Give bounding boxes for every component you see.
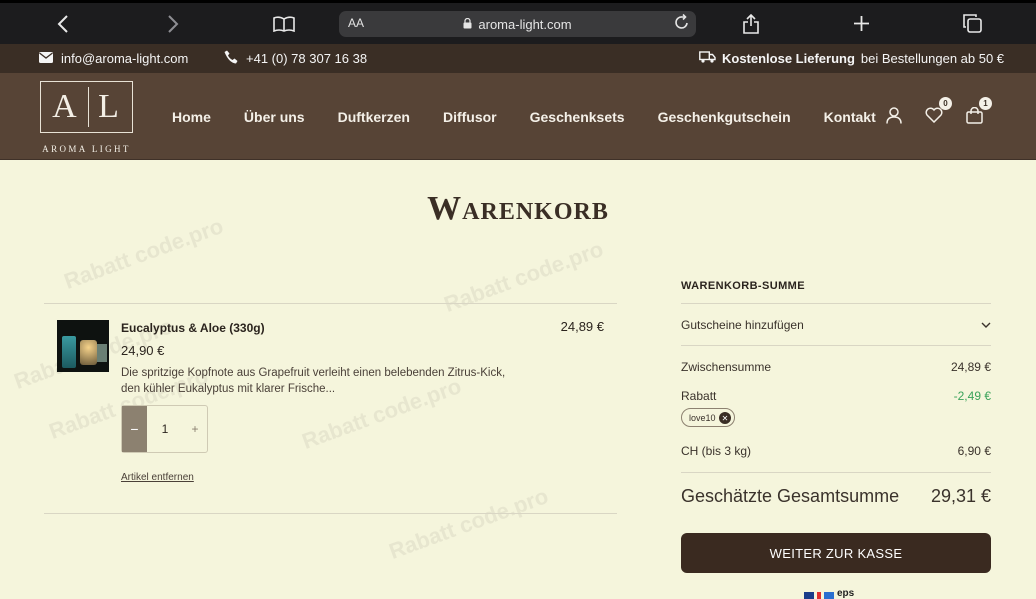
line-total: 24,89 € [560,319,604,334]
remove-item-link[interactable]: Artikel entfernen [121,472,194,483]
divider [44,513,617,514]
plus-icon[interactable] [848,3,874,44]
account-icon[interactable] [882,103,906,127]
payment-methods: eps [804,588,854,599]
nav-item-geschenksets[interactable]: Geschenksets [530,109,625,125]
email-link[interactable]: info@aroma-light.com [39,44,188,73]
site-header: A L AROMA LIGHT Home Über uns Duftkerzen… [0,73,1036,160]
shipping-row: CH (bis 3 kg) 6,90 € [681,444,991,458]
url-text: aroma-light.com [478,16,572,32]
page-title: Warenkorb [427,190,609,227]
coupon-toggle[interactable]: Gutscheine hinzufügen [681,318,991,332]
eps-logo: eps [837,588,855,599]
coupon-chip: love10 ✕ [681,408,735,427]
email-text: info@aroma-light.com [61,51,189,66]
product-price: 24,90 € [121,343,165,358]
tabs-icon[interactable] [958,3,986,44]
decrease-quantity-button[interactable]: − [122,406,147,452]
card-icon [817,592,821,599]
logo-letter-l: L [98,88,121,125]
divider [681,345,991,346]
quantity-input[interactable]: 1 [147,406,183,452]
nav-item-kontakt[interactable]: Kontakt [824,109,876,125]
main-nav: Home Über uns Duftkerzen Diffusor Gesche… [172,73,876,160]
subtotal-row: Zwischensumme 24,89 € [681,360,991,374]
discount-value: -2,49 € [953,389,991,403]
discount-row: Rabatt -2,49 € [681,389,991,403]
card-icon [824,592,834,599]
logo-letter-a: A [52,88,79,125]
total-row: Geschätzte Gesamtsumme 29,31 € [681,486,991,507]
remove-coupon-icon[interactable]: ✕ [719,412,731,424]
logo-tagline: AROMA LIGHT [42,144,131,154]
nav-item-home[interactable]: Home [172,109,211,125]
checkout-button[interactable]: WEITER ZUR KASSE [681,533,991,573]
lock-icon [463,17,472,32]
address-bar[interactable]: AA aroma-light.com [339,11,696,37]
reload-icon[interactable] [674,13,690,36]
nav-item-duftkerzen[interactable]: Duftkerzen [338,109,410,125]
divider [681,303,991,304]
coupon-label: Gutscheine hinzufügen [681,318,804,332]
site-logo[interactable]: A L AROMA LIGHT [39,81,134,154]
delivery-text: bei Bestellungen ab 50 € [860,51,1005,66]
phone-text: +41 (0) 78 307 16 38 [246,51,368,66]
card-icon [804,592,814,599]
total-label: Geschätzte Gesamtsumme [681,486,900,506]
mail-icon [39,51,53,66]
wishlist-count-badge: 0 [939,97,952,110]
coupon-code: love10 [689,412,716,423]
delivery-notice: Kostenlose Lieferung bei Bestellungen ab… [699,44,1004,73]
nav-item-geschenkgutschein[interactable]: Geschenkgutschein [658,109,791,125]
divider [44,303,617,304]
divider [681,472,991,473]
browser-toolbar: AA aroma-light.com [0,0,1036,44]
wishlist-icon[interactable]: 0 [922,97,952,127]
subtotal-value: 24,89 € [950,360,991,374]
truck-icon [699,51,716,66]
discount-label: Rabatt [681,389,717,403]
phone-icon [224,50,238,67]
product-name[interactable]: Eucalyptus & Aloe (330g) [121,321,265,335]
subtotal-label: Zwischensumme [681,360,772,374]
increase-quantity-button[interactable]: + [183,406,207,452]
quantity-stepper: − 1 + [121,405,208,453]
book-icon[interactable] [270,3,298,44]
cart-count-badge: 1 [979,97,992,110]
reader-mode-button[interactable]: AA [348,16,364,30]
watermark: Rabatt code.pro [385,483,552,564]
watermark: Rabatt code.pro [60,213,227,294]
summary-title: WARENKORB-SUMME [681,280,805,292]
delivery-bold-text: Kostenlose Lieferung [722,51,855,66]
cart-icon[interactable]: 1 [962,97,992,127]
info-bar: info@aroma-light.com +41 (0) 78 307 16 3… [0,44,1036,73]
phone-link[interactable]: +41 (0) 78 307 16 38 [224,44,367,73]
shipping-label: CH (bis 3 kg) [681,444,752,458]
share-icon[interactable] [738,3,764,44]
logo-mark: A L [40,81,133,133]
shipping-value: 6,90 € [957,444,991,458]
nav-item-ueber-uns[interactable]: Über uns [244,109,305,125]
nav-item-diffusor[interactable]: Diffusor [443,109,497,125]
back-icon[interactable] [50,3,76,44]
product-image[interactable] [57,320,109,372]
product-description: Die spritzige Kopfnote aus Grapefruit ve… [121,367,506,395]
chevron-down-icon [981,318,991,332]
total-value: 29,31 € [930,486,991,506]
forward-icon[interactable] [160,3,186,44]
